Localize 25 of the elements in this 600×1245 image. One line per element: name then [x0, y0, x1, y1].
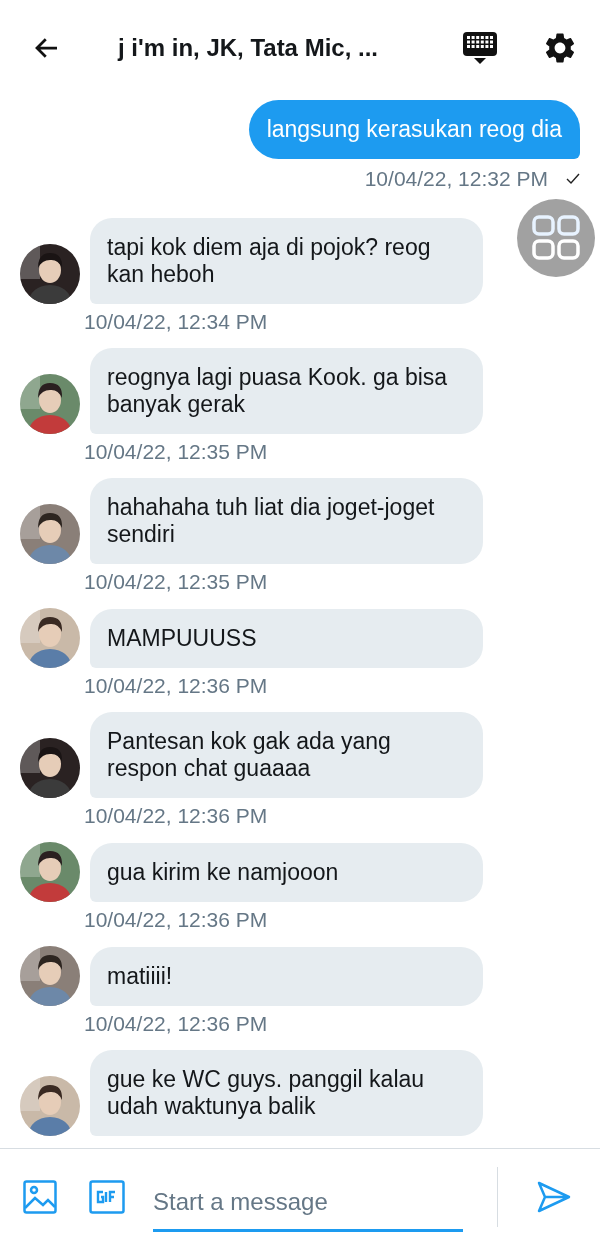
- timestamp: 10/04/22, 12:36 PM: [84, 804, 269, 828]
- timestamp: 10/04/22, 12:36 PM: [84, 1012, 269, 1036]
- floating-shortcut-icon[interactable]: [516, 198, 596, 278]
- message-bubble: matiiii!: [90, 947, 483, 1006]
- message-bubble: reognya lagi puasa Kook. ga bisa banyak gerak: [90, 348, 483, 434]
- image-icon[interactable]: [23, 1180, 57, 1214]
- timestamp: 10/04/22, 12:36 PM: [84, 908, 269, 932]
- message-bubble: tapi kok diem aja di pojok? reog kan heboh: [90, 218, 483, 304]
- message-bubble: gue ke WC guys. panggil kalau udah waktunya balik: [90, 1050, 483, 1136]
- message-bubble: hahahaha tuh liat dia joget-joget sendiri: [90, 478, 483, 564]
- message-bubble: MAMPUUUSS: [90, 609, 483, 668]
- timestamp: 10/04/22, 12:35 PM: [84, 570, 269, 594]
- timestamp: 10/04/22, 12:36 PM: [84, 674, 269, 698]
- message-bubble: langsung kerasukan reog dia: [248, 100, 580, 159]
- conversation-title: j i'm in, JK, Tata Mic, ...: [118, 33, 379, 62]
- check-icon: [566, 173, 580, 185]
- message-bubble: gua kirim ke namjooon: [90, 843, 483, 902]
- keyboard-icon[interactable]: [462, 29, 498, 66]
- timestamp: 10/04/22, 12:34 PM: [84, 310, 269, 334]
- timestamp: 10/04/22, 12:32 PM: [364, 167, 548, 191]
- message-bubble: Pantesan kok gak ada yang respon chat guaaaa: [90, 712, 483, 798]
- gif-icon[interactable]: [89, 1180, 125, 1214]
- message-input[interactable]: Start a message: [153, 1162, 463, 1232]
- timestamp: 10/04/22, 12:35 PM: [84, 440, 269, 464]
- send-icon[interactable]: [537, 1180, 571, 1214]
